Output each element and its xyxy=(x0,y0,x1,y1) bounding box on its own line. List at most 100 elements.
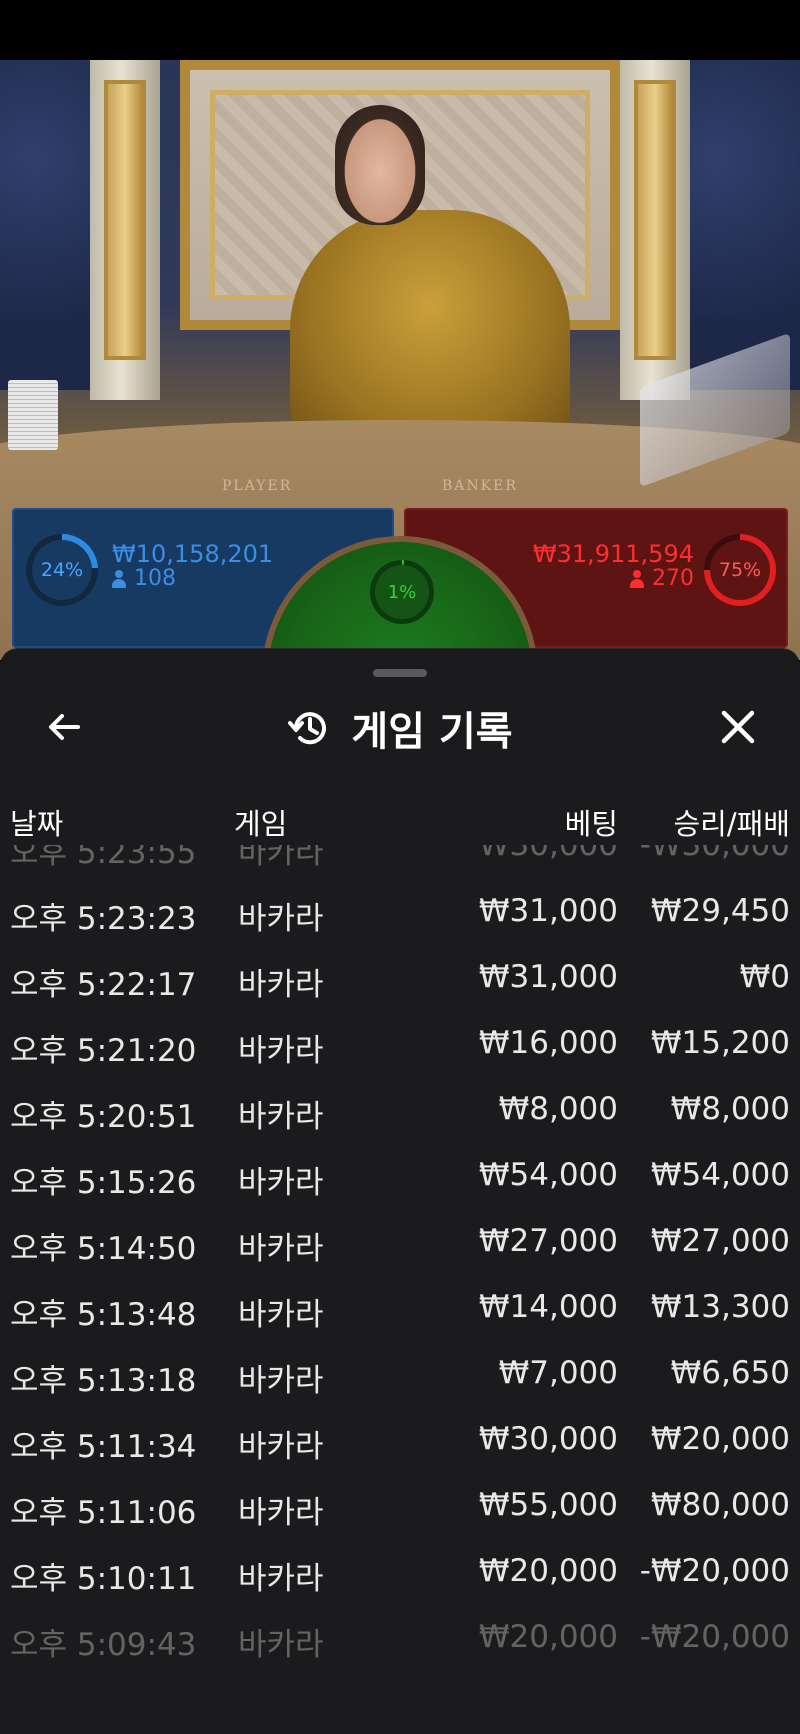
person-icon xyxy=(630,569,644,588)
row-bet: ₩20,000 xyxy=(478,1553,618,1589)
history-icon xyxy=(288,712,327,745)
history-list[interactable]: 오후 5:23:55 바카라 ₩30,000 -₩30,000 오후 5:23:… xyxy=(0,845,800,1705)
row-game: 바카라 xyxy=(238,901,324,937)
column-header-result[interactable]: 승리/패배 xyxy=(674,801,791,843)
row-date: 오후 5:13:48 xyxy=(10,1297,197,1333)
row-game: 바카라 xyxy=(238,1099,324,1135)
close-button[interactable] xyxy=(710,699,766,755)
row-date: 오후 5:13:18 xyxy=(10,1363,197,1399)
table-row[interactable]: 오후 5:11:34 바카라 ₩30,000 ₩20,000 xyxy=(0,1407,800,1473)
row-date: 오후 5:11:34 xyxy=(10,1429,197,1465)
row-result: -₩30,000 xyxy=(639,845,790,863)
row-bet: ₩27,000 xyxy=(478,1223,618,1259)
row-result: -₩20,000 xyxy=(639,1619,790,1655)
table-row[interactable]: 오후 5:11:06 바카라 ₩55,000 ₩80,000 xyxy=(0,1473,800,1539)
table-row[interactable]: 오후 5:13:48 바카라 ₩14,000 ₩13,300 xyxy=(0,1275,800,1341)
row-game: 바카라 xyxy=(238,1297,324,1333)
row-bet: ₩20,000 xyxy=(478,1619,618,1655)
table-row[interactable]: 오후 5:23:55 바카라 ₩30,000 -₩30,000 xyxy=(0,845,800,879)
column-header-game[interactable]: 게임 xyxy=(234,801,287,843)
banker-count-row: 270 xyxy=(630,566,694,591)
table-row[interactable]: 오후 5:22:17 바카라 ₩31,000 ₩0 xyxy=(0,945,800,1011)
tie-percent: 1% xyxy=(375,565,429,619)
row-date: 오후 5:15:26 xyxy=(10,1165,197,1201)
row-bet: ₩31,000 xyxy=(478,893,618,929)
row-game: 바카라 xyxy=(238,1363,324,1399)
row-bet: ₩30,000 xyxy=(478,845,618,863)
row-result: ₩15,200 xyxy=(650,1025,790,1061)
row-date: 오후 5:09:43 xyxy=(10,1627,197,1663)
row-date: 오후 5:11:06 xyxy=(10,1495,197,1531)
row-game: 바카라 xyxy=(238,1033,324,1069)
table-row[interactable]: 오후 5:20:51 바카라 ₩8,000 ₩8,000 xyxy=(0,1077,800,1143)
table-label-banker: BANKER xyxy=(442,478,518,494)
banker-percent: 75% xyxy=(710,540,770,600)
banker-percent-ring: 75% xyxy=(704,534,776,606)
row-date: 오후 5:22:17 xyxy=(10,967,197,1003)
player-percent-ring: 24% xyxy=(26,534,98,606)
game-history-sheet: 게임 기록 날짜 게임 베팅 승리/패배 오후 5:23:55 바카라 ₩30,… xyxy=(0,648,800,1734)
banker-count: 270 xyxy=(652,566,694,591)
banker-total-amount: ₩31,911,594 xyxy=(532,540,694,568)
table-row[interactable]: 오후 5:13:18 바카라 ₩7,000 ₩6,650 xyxy=(0,1341,800,1407)
row-result: ₩54,000 xyxy=(650,1157,790,1193)
sheet-drag-handle[interactable] xyxy=(373,669,427,677)
row-result: ₩8,000 xyxy=(670,1091,790,1127)
column-header-date[interactable]: 날짜 xyxy=(10,801,63,843)
row-bet: ₩7,000 xyxy=(498,1355,618,1391)
table-row[interactable]: 오후 5:09:43 바카라 ₩20,000 -₩20,000 xyxy=(0,1605,800,1671)
row-result: ₩6,650 xyxy=(670,1355,790,1391)
row-date: 오후 5:10:11 xyxy=(10,1561,197,1597)
row-bet: ₩54,000 xyxy=(478,1157,618,1193)
row-date: 오후 5:23:23 xyxy=(10,901,197,937)
dealer-figure xyxy=(290,210,570,450)
pillar-left xyxy=(90,60,160,400)
row-result: -₩20,000 xyxy=(639,1553,790,1589)
row-bet: ₩14,000 xyxy=(478,1289,618,1325)
row-game: 바카라 xyxy=(238,1561,324,1597)
close-icon xyxy=(721,710,755,744)
row-game: 바카라 xyxy=(238,1429,324,1465)
player-percent: 24% xyxy=(32,540,92,600)
row-result: ₩80,000 xyxy=(650,1487,790,1523)
row-date: 오후 5:21:20 xyxy=(10,1033,197,1069)
person-icon xyxy=(112,569,126,588)
player-count: 108 xyxy=(134,566,176,591)
row-game: 바카라 xyxy=(238,1165,324,1201)
row-result: ₩13,300 xyxy=(650,1289,790,1325)
row-game: 바카라 xyxy=(238,1231,324,1267)
player-total-amount: ₩10,158,201 xyxy=(112,540,274,568)
row-bet: ₩30,000 xyxy=(478,1421,618,1457)
row-game: 바카라 xyxy=(238,1627,324,1663)
row-bet: ₩55,000 xyxy=(478,1487,618,1523)
row-bet: ₩31,000 xyxy=(478,959,618,995)
row-bet: ₩8,000 xyxy=(498,1091,618,1127)
card-stack xyxy=(8,380,58,450)
table-header: 날짜 게임 베팅 승리/패배 xyxy=(0,801,800,841)
row-result: ₩27,000 xyxy=(650,1223,790,1259)
table-row[interactable]: 오후 5:15:26 바카라 ₩54,000 ₩54,000 xyxy=(0,1143,800,1209)
sheet-title-group: 게임 기록 xyxy=(0,699,800,757)
page-title: 게임 기록 xyxy=(351,709,513,755)
sheet-header: 게임 기록 xyxy=(0,689,800,769)
table-label-player: PLAYER xyxy=(222,478,293,494)
table-row[interactable]: 오후 5:14:50 바카라 ₩27,000 ₩27,000 xyxy=(0,1209,800,1275)
row-date: 오후 5:23:55 xyxy=(10,845,197,871)
row-result: ₩0 xyxy=(739,959,790,995)
table-row[interactable]: 오후 5:21:20 바카라 ₩16,000 ₩15,200 xyxy=(0,1011,800,1077)
pillar-right xyxy=(620,60,690,400)
dealer-head xyxy=(335,105,425,225)
table-row[interactable]: 오후 5:10:11 바카라 ₩20,000 -₩20,000 xyxy=(0,1539,800,1605)
column-header-bet[interactable]: 베팅 xyxy=(565,801,618,843)
row-result: ₩20,000 xyxy=(650,1421,790,1457)
tie-percent-ring: 1% xyxy=(370,560,434,624)
row-game: 바카라 xyxy=(238,967,324,1003)
row-result: ₩29,450 xyxy=(650,893,790,929)
row-date: 오후 5:20:51 xyxy=(10,1099,197,1135)
row-bet: ₩16,000 xyxy=(478,1025,618,1061)
player-count-row: 108 xyxy=(112,566,176,591)
table-row[interactable]: 오후 5:23:23 바카라 ₩31,000 ₩29,450 xyxy=(0,879,800,945)
row-game: 바카라 xyxy=(238,1495,324,1531)
row-game: 바카라 xyxy=(238,845,324,871)
row-date: 오후 5:14:50 xyxy=(10,1231,197,1267)
